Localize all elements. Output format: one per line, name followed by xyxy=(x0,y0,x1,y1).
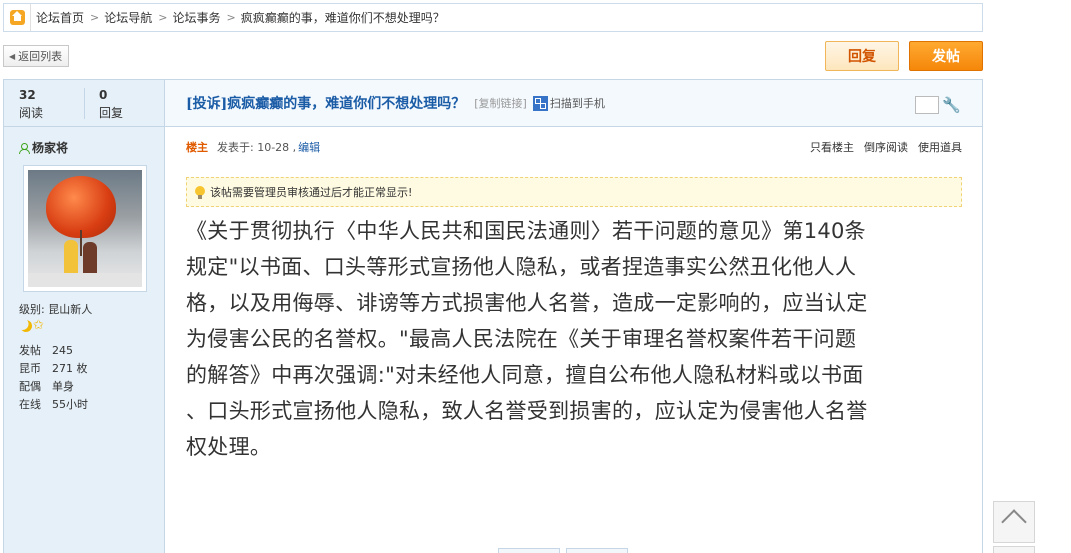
copy-link-button[interactable]: [复制链接] xyxy=(474,95,527,111)
caret-left-icon: ◀ xyxy=(9,51,16,61)
views-stat: 32 阅读 xyxy=(4,80,84,126)
moderation-notice: 该帖需要管理员审核通过后才能正常显示! xyxy=(186,177,962,207)
replies-stat: 0 回复 xyxy=(84,88,164,120)
views-label: 阅读 xyxy=(19,106,44,120)
info-row: 配偶 单身 xyxy=(19,377,164,395)
chevron-right-icon: > xyxy=(90,11,100,24)
breadcrumb-label: 论坛导航 xyxy=(104,11,153,25)
home-icon xyxy=(9,10,25,25)
chevron-right-icon: > xyxy=(226,11,236,24)
post-container: 32 阅读 0 回复 杨家将 级别: 昆山新人 ✩ 发帖 245 昆币 271 … xyxy=(3,79,983,553)
back-to-list-button[interactable]: ◀ 返回列表 xyxy=(3,45,70,67)
scan-to-phone-link[interactable]: 扫描到手机 xyxy=(550,95,605,111)
author-sidebar: 32 阅读 0 回复 杨家将 级别: 昆山新人 ✩ 发帖 245 昆币 271 … xyxy=(4,80,165,553)
posted-time: 发表于: 10-28 , xyxy=(217,141,297,154)
info-value: 245 xyxy=(52,343,73,357)
body-line: 格，以及用侮辱、诽谤等方式损害他人名誉，造成一定影响的，应当认定 xyxy=(186,291,868,315)
author-name[interactable]: 杨家将 xyxy=(32,139,68,156)
breadcrumb-label: 疯疯癫癫的事，难道你们不想处理吗？ xyxy=(240,11,445,25)
bottom-tab[interactable] xyxy=(566,548,628,553)
author-level: 级别: 昆山新人 xyxy=(19,303,93,316)
bottom-action-tabs xyxy=(498,548,628,553)
new-post-button[interactable]: 发帖 xyxy=(909,41,983,71)
body-line: 、口头形式宣扬他人隐私，致人名誉受到损害的，应认定为侵害他人名誉 xyxy=(186,399,868,423)
replies-label: 回复 xyxy=(99,106,124,120)
moon-icon xyxy=(18,318,34,334)
info-row: 昆币 271 枚 xyxy=(19,359,164,377)
post-meta: 楼主 发表于: 10-28 , 编辑 只看楼主 倒序阅读 使用道具 xyxy=(165,127,982,167)
chevron-right-icon: > xyxy=(158,11,168,24)
reply-button[interactable]: 回复 xyxy=(825,41,899,71)
tool-box[interactable] xyxy=(915,96,939,114)
reverse-order-link[interactable]: 倒序阅读 xyxy=(864,139,908,155)
info-key: 昆币 xyxy=(19,362,41,375)
author-name-row: 杨家将 xyxy=(4,127,164,156)
notice-text: 该帖需要管理员审核通过后才能正常显示! xyxy=(210,186,413,199)
replies-count: 0 xyxy=(99,88,108,102)
breadcrumb-forum-affairs[interactable]: 论坛事务 xyxy=(172,9,220,26)
bottom-tab[interactable] xyxy=(498,548,560,553)
author-info: 发帖 245 昆币 271 枚 配偶 单身 在线 55小时 xyxy=(19,341,164,413)
breadcrumb-thread[interactable]: 疯疯癫癫的事，难道你们不想处理吗？ xyxy=(241,9,445,26)
info-key: 发帖 xyxy=(19,344,41,357)
info-value: 271 枚 xyxy=(52,362,88,375)
only-author-link[interactable]: 只看楼主 xyxy=(810,139,854,155)
avatar[interactable] xyxy=(23,165,147,292)
back-to-list-label: 返回列表 xyxy=(18,50,63,63)
lightbulb-icon xyxy=(195,185,205,199)
breadcrumb-forum-nav[interactable]: 论坛导航 xyxy=(104,9,152,26)
back-to-top-button[interactable] xyxy=(993,501,1035,543)
body-line: 为侵害公民的名誉权。"最高人民法院在《关于审理名誉权案件若干问题 xyxy=(186,327,857,351)
breadcrumb-label: 论坛事务 xyxy=(172,11,221,25)
body-line: 《关于贯彻执行〈中华人民共和国民法通则〉若干问题的意见》第140条 xyxy=(186,219,866,243)
thread-title-bar: [投诉]疯疯癫癫的事，难道你们不想处理吗？ [复制链接] 扫描到手机 🔧 xyxy=(165,80,982,127)
info-key: 在线 xyxy=(19,398,41,411)
arrow-up-icon xyxy=(1001,511,1027,533)
body-line: 权处理。 xyxy=(186,435,272,459)
post-actions: 只看楼主 倒序阅读 使用道具 xyxy=(810,139,962,155)
info-row: 发帖 245 xyxy=(19,341,164,359)
qr-code-icon[interactable] xyxy=(532,95,548,111)
floating-button[interactable] xyxy=(993,546,1035,553)
level-badges: ✩ xyxy=(18,318,164,334)
user-online-icon xyxy=(19,142,30,154)
body-line: 规定"以书面、口头等形式宣扬他人隐私，或者捏造事实公然丑化他人人 xyxy=(186,255,857,279)
info-value: 单身 xyxy=(52,380,74,393)
breadcrumb-forum-home[interactable]: 论坛首页 xyxy=(36,9,84,26)
home-button[interactable] xyxy=(4,4,31,31)
thread-stats: 32 阅读 0 回复 xyxy=(4,80,164,127)
post-body: 《关于贯彻执行〈中华人民共和国民法通则〉若干问题的意见》第140条 规定"以书面… xyxy=(186,213,962,465)
breadcrumb-label: 论坛首页 xyxy=(36,11,85,25)
info-row: 在线 55小时 xyxy=(19,395,164,413)
avatar-image xyxy=(28,170,142,287)
op-badge: 楼主 xyxy=(186,141,208,154)
post-main: [投诉]疯疯癫癫的事，难道你们不想处理吗？ [复制链接] 扫描到手机 🔧 楼主 … xyxy=(165,80,982,553)
thread-title: [投诉]疯疯癫癫的事，难道你们不想处理吗？ xyxy=(186,96,466,112)
use-tools-link[interactable]: 使用道具 xyxy=(918,139,962,155)
views-count: 32 xyxy=(19,88,36,102)
breadcrumb: 论坛首页 > 论坛导航 > 论坛事务 > 疯疯癫癫的事，难道你们不想处理吗？ xyxy=(3,3,983,32)
info-key: 配偶 xyxy=(19,380,41,393)
star-icon: ✩ xyxy=(33,318,44,333)
wrench-icon[interactable]: 🔧 xyxy=(942,96,961,114)
edit-link[interactable]: 编辑 xyxy=(298,139,320,155)
info-value: 55小时 xyxy=(52,398,88,411)
body-line: 的解答》中再次强调:"对未经他人同意，擅自公布他人隐私材料或以书面 xyxy=(186,363,864,387)
